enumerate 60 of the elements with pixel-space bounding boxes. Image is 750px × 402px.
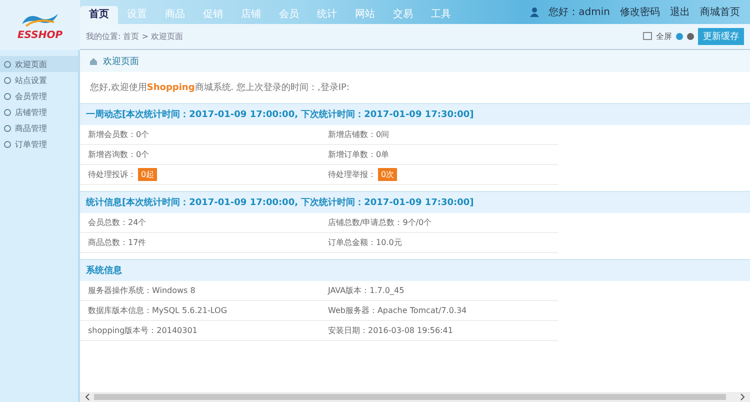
stat-label: JAVA版本： xyxy=(328,285,370,296)
header-link[interactable]: 修改密码 xyxy=(620,4,660,19)
stat-value: 9个/0个 xyxy=(402,217,432,228)
stat-label: 订单总金额： xyxy=(328,237,376,248)
stat-label: shopping版本号： xyxy=(88,325,157,336)
stat-label: 新增会员数： xyxy=(88,129,136,140)
stat-label: 数据库版本信息： xyxy=(88,305,152,316)
stat-value: 17件 xyxy=(128,237,146,248)
stat-label: 商品总数： xyxy=(88,237,128,248)
header-link[interactable]: 商城首页 xyxy=(700,4,740,19)
stat-value: 2016-03-08 19:56:41 xyxy=(368,326,453,335)
scroll-left-icon[interactable] xyxy=(84,393,92,401)
theme-dot[interactable] xyxy=(687,32,694,40)
stat-value: 20140301 xyxy=(156,326,198,335)
stat-value: 10.0元 xyxy=(376,237,402,248)
stat-label: 待处理举报： xyxy=(328,169,376,180)
stat-value: Windows 8 xyxy=(152,286,196,295)
count-badge: 0次 xyxy=(378,168,398,181)
section-header: 系统信息 xyxy=(80,259,750,281)
stat-label: 新增店铺数： xyxy=(328,129,376,140)
sidebar-item[interactable]: 会员管理 xyxy=(0,88,78,104)
stat-label: 待处理投诉： xyxy=(88,169,136,180)
nav-tab[interactable]: 首页 xyxy=(80,6,118,24)
sidebar-item[interactable]: 店铺管理 xyxy=(0,104,78,120)
panel-title: 欢迎页面 xyxy=(103,56,139,68)
stat-label: 店铺总数/申请总数： xyxy=(328,217,403,228)
stat-label: 新增咨询数： xyxy=(88,149,136,160)
sidebar-item[interactable]: 站点设置 xyxy=(0,72,78,88)
refresh-cache-button[interactable]: 更新缓存 xyxy=(698,28,744,45)
sidebar-item[interactable]: 商品管理 xyxy=(0,120,78,136)
fullscreen-label[interactable]: 全屏 xyxy=(656,30,672,42)
header-link[interactable]: 退出 xyxy=(670,4,690,19)
theme-dot[interactable] xyxy=(676,32,683,40)
stat-value: 0个 xyxy=(136,129,150,140)
sidebar-item[interactable]: 订单管理 xyxy=(0,136,78,152)
fullscreen-icon[interactable] xyxy=(643,32,652,40)
stat-value: 0间 xyxy=(376,129,390,140)
count-badge: 0起 xyxy=(138,168,158,181)
logo-text: ESSHOP xyxy=(17,30,63,40)
user-icon xyxy=(530,6,539,17)
stat-label: Web服务器： xyxy=(328,305,378,316)
stat-label: 服务器操作系统： xyxy=(88,285,152,296)
stat-value: Apache Tomcat/7.0.34 xyxy=(377,306,467,315)
stat-value: 1.7.0_45 xyxy=(370,286,404,295)
stat-value: MySQL 5.6.21-LOG xyxy=(152,306,228,315)
breadcrumb: 我的位置: 首页 > 欢迎页面 xyxy=(86,30,184,42)
stat-label: 新增订单数： xyxy=(328,149,376,160)
stat-label: 会员总数： xyxy=(88,217,128,228)
stat-value: 0单 xyxy=(376,149,390,160)
stat-label: 安装日期： xyxy=(328,325,368,336)
scroll-right-icon[interactable] xyxy=(738,393,746,401)
stat-value: 24个 xyxy=(128,217,146,228)
greeting-text: 您好：admin xyxy=(548,6,610,19)
home-icon xyxy=(90,58,97,64)
welcome-message: 您好,欢迎使用Shopping商城系统. 您上次登录的时间：,登录IP: xyxy=(89,82,350,95)
horizontal-scrollbar[interactable] xyxy=(80,392,750,402)
section-header: 统计信息[本次统计时间：2017-01-09 17:00:00, 下次统计时间：2017-01-09 17:30:00] xyxy=(80,191,750,213)
sidebar-item[interactable]: 欢迎页面 xyxy=(0,56,78,72)
section-header: 一周动态[本次统计时间：2017-01-09 17:00:00, 下次统计时间：2017-01-09 17:30:00] xyxy=(80,103,750,125)
stat-value: 0个 xyxy=(136,149,150,160)
